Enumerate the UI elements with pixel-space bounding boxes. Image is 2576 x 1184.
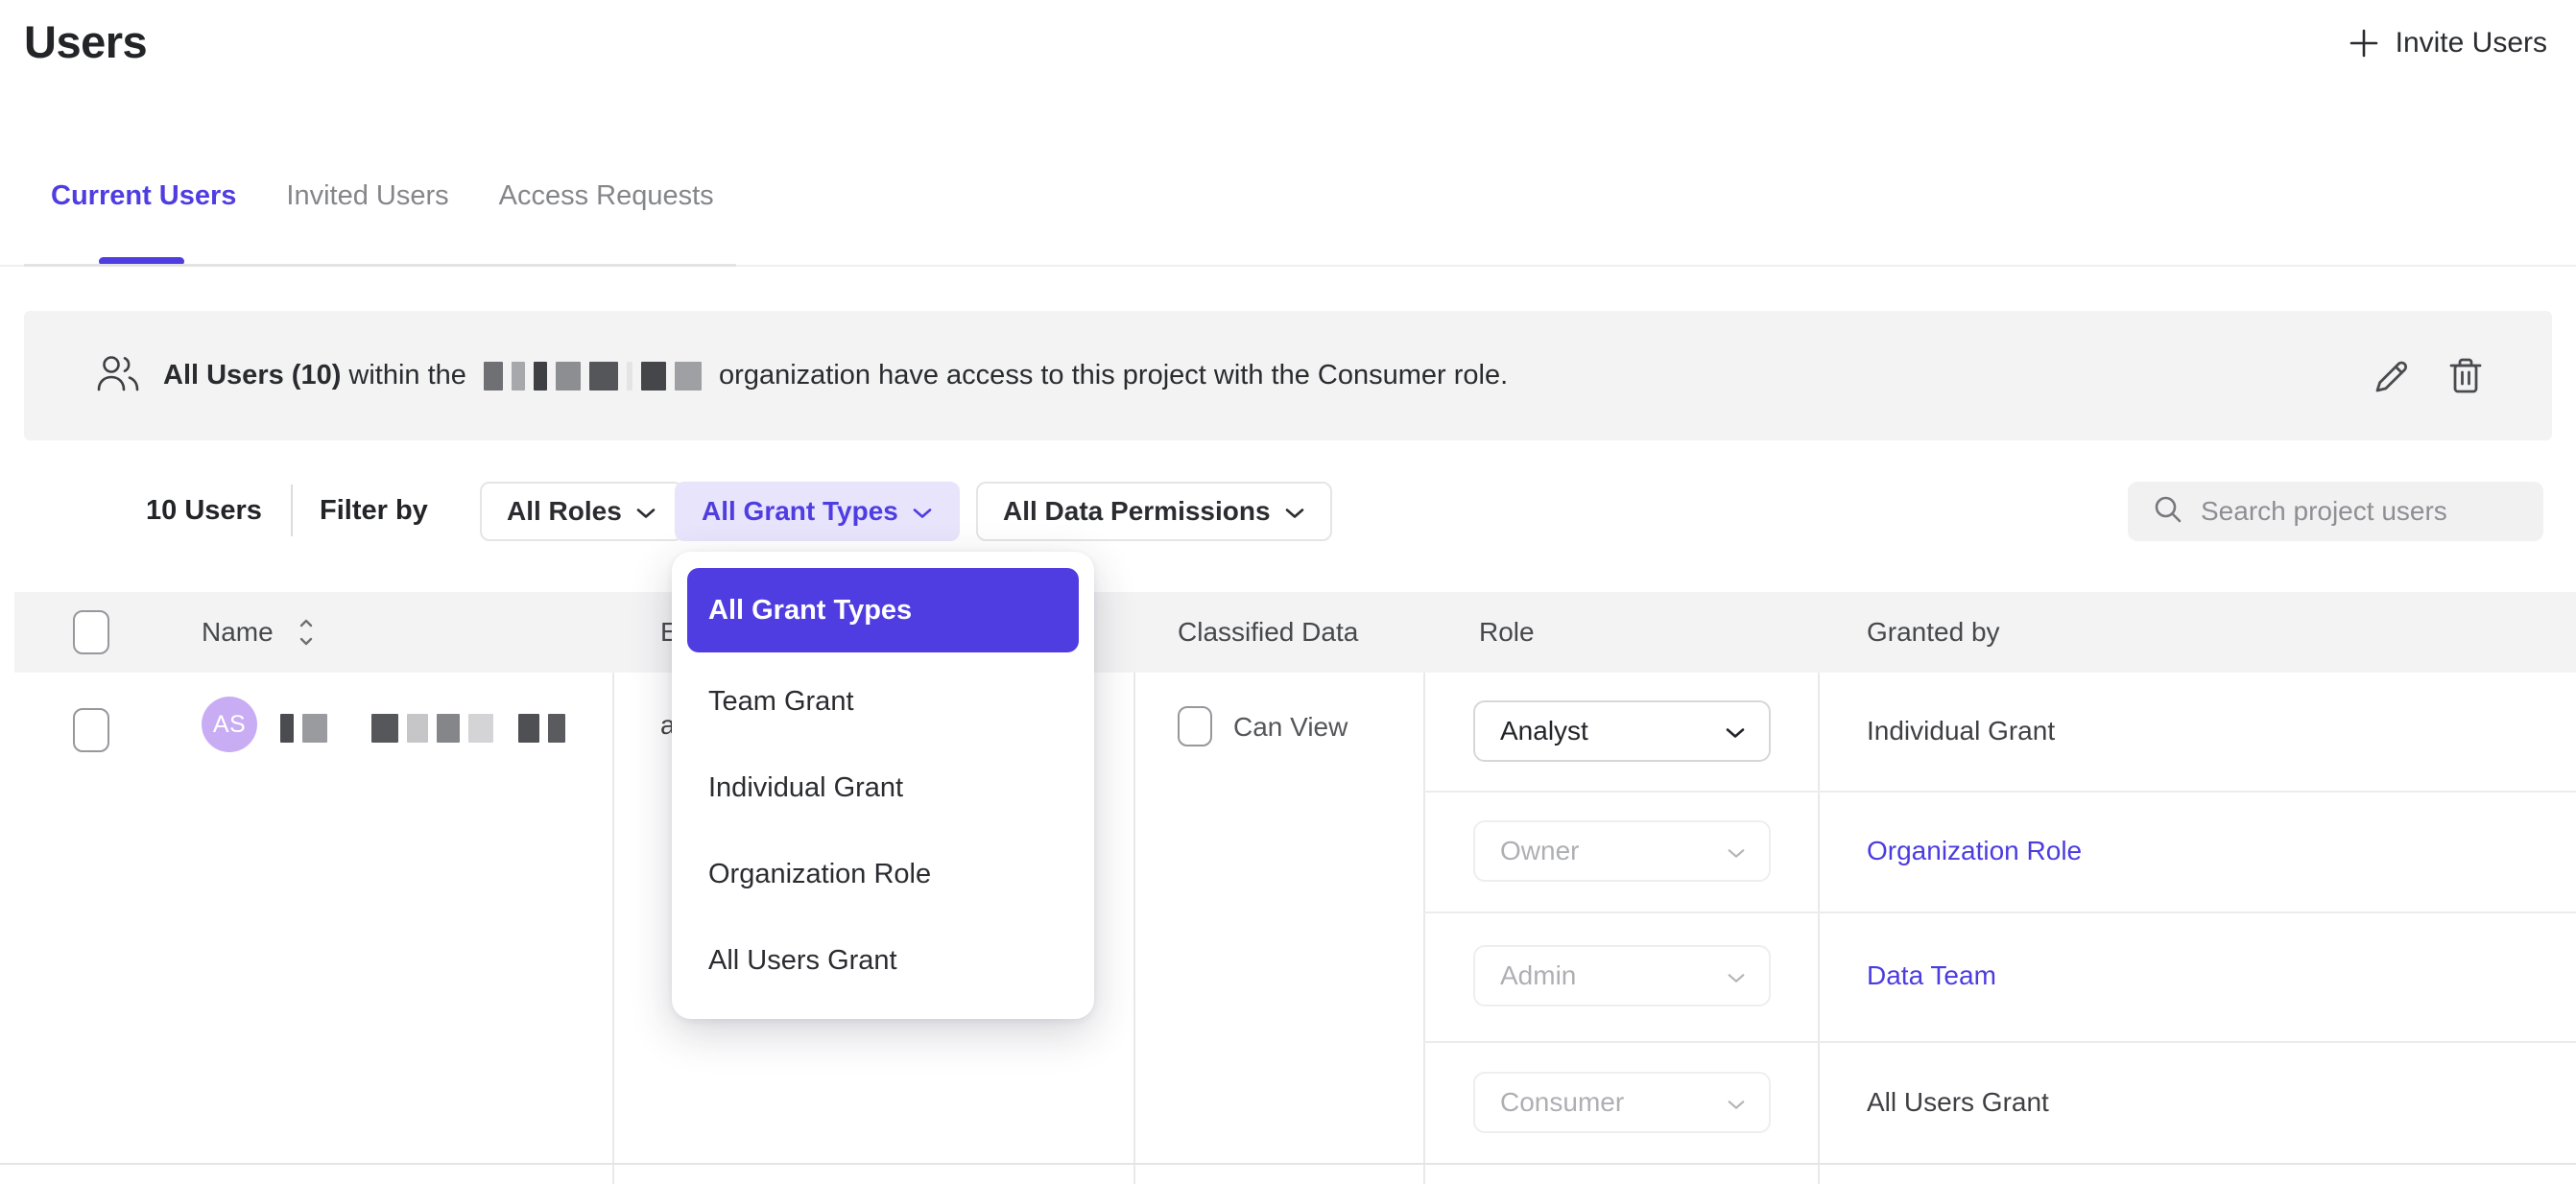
users-count: 10 Users bbox=[146, 495, 262, 527]
filter-all-data-permissions[interactable]: All Data Permissions bbox=[976, 482, 1332, 541]
column-divider bbox=[1818, 673, 1820, 1184]
dropdown-item-all-grant-types[interactable]: All Grant Types bbox=[687, 568, 1079, 652]
banner-bold: All Users (10) bbox=[163, 360, 341, 391]
grant-row-divider bbox=[1423, 1041, 2576, 1043]
all-users-banner: All Users (10) within the organization h… bbox=[24, 311, 2552, 440]
chevron-down-icon bbox=[1727, 960, 1746, 991]
table-header: Name E Classified Data Role Granted by bbox=[14, 592, 2576, 673]
chevron-down-icon bbox=[1727, 836, 1746, 866]
tabs-divider-segment bbox=[24, 264, 736, 267]
role-select-admin[interactable]: Admin bbox=[1473, 945, 1771, 1006]
delete-icon[interactable] bbox=[2446, 356, 2485, 396]
banner-text: All Users (10) within the organization h… bbox=[163, 360, 1508, 392]
granted-by-individual-grant: Individual Grant bbox=[1867, 716, 2055, 746]
column-divider bbox=[1133, 673, 1135, 1184]
search-input[interactable] bbox=[2201, 496, 2524, 527]
users-page: Users Invite Users Current Users Invited… bbox=[0, 0, 2576, 1184]
grant-row-divider bbox=[1423, 791, 2576, 793]
tab-invited-users[interactable]: Invited Users bbox=[286, 180, 448, 222]
column-divider bbox=[612, 673, 614, 1184]
edit-icon[interactable] bbox=[2372, 356, 2412, 396]
redacted-org-name bbox=[484, 360, 702, 392]
dropdown-item-team-grant[interactable]: Team Grant bbox=[687, 673, 1079, 730]
banner-actions bbox=[2372, 311, 2485, 440]
column-header-classified-data: Classified Data bbox=[1178, 617, 1358, 648]
page-title: Users bbox=[24, 15, 147, 68]
chevron-down-icon bbox=[1727, 1087, 1746, 1118]
filter-by-label: Filter by bbox=[320, 495, 428, 527]
dropdown-item-organization-role[interactable]: Organization Role bbox=[687, 845, 1079, 903]
chevron-down-icon bbox=[635, 496, 656, 527]
search-icon bbox=[2153, 494, 2183, 530]
grant-types-dropdown-menu: All Grant Types Team Grant Individual Gr… bbox=[672, 552, 1094, 1019]
invite-users-label: Invite Users bbox=[2396, 27, 2547, 59]
granted-by-organization-role-link[interactable]: Organization Role bbox=[1867, 836, 2082, 866]
tab-bar: Current Users Invited Users Access Reque… bbox=[51, 180, 714, 222]
chevron-down-icon bbox=[1284, 496, 1305, 527]
grant-row-divider bbox=[1423, 912, 2576, 913]
granted-by-data-team-link[interactable]: Data Team bbox=[1867, 960, 1996, 991]
role-select-owner[interactable]: Owner bbox=[1473, 820, 1771, 882]
tab-access-requests[interactable]: Access Requests bbox=[499, 180, 714, 222]
column-header-role: Role bbox=[1479, 617, 1535, 648]
dropdown-item-individual-grant[interactable]: Individual Grant bbox=[687, 759, 1079, 817]
can-view-checkbox[interactable] bbox=[1178, 706, 1212, 746]
redacted-user-name bbox=[280, 712, 565, 745]
filter-all-roles[interactable]: All Roles bbox=[480, 482, 683, 541]
avatar: AS bbox=[202, 697, 257, 752]
granted-by-all-users-grant: All Users Grant bbox=[1867, 1087, 2049, 1118]
role-select-consumer[interactable]: Consumer bbox=[1473, 1072, 1771, 1133]
dropdown-item-all-users-grant[interactable]: All Users Grant bbox=[687, 932, 1079, 989]
column-header-name: Name bbox=[202, 617, 274, 648]
users-group-icon bbox=[96, 354, 140, 397]
column-divider bbox=[1423, 673, 1425, 1184]
plus-icon bbox=[2348, 27, 2380, 59]
column-header-granted-by: Granted by bbox=[1867, 617, 2000, 648]
invite-users-button[interactable]: Invite Users bbox=[2348, 27, 2547, 59]
can-view-label: Can View bbox=[1233, 712, 1348, 743]
divider bbox=[291, 485, 293, 536]
chevron-down-icon bbox=[912, 496, 933, 527]
search-box bbox=[2128, 482, 2543, 541]
select-all-checkbox[interactable] bbox=[73, 610, 109, 654]
sort-icon[interactable] bbox=[298, 617, 315, 652]
table-row-divider bbox=[0, 1163, 2576, 1165]
role-select-analyst[interactable]: Analyst bbox=[1473, 700, 1771, 762]
tab-current-users[interactable]: Current Users bbox=[51, 180, 236, 222]
filter-all-grant-types[interactable]: All Grant Types bbox=[675, 482, 960, 541]
chevron-down-icon bbox=[1725, 716, 1746, 746]
row-checkbox[interactable] bbox=[73, 708, 109, 752]
